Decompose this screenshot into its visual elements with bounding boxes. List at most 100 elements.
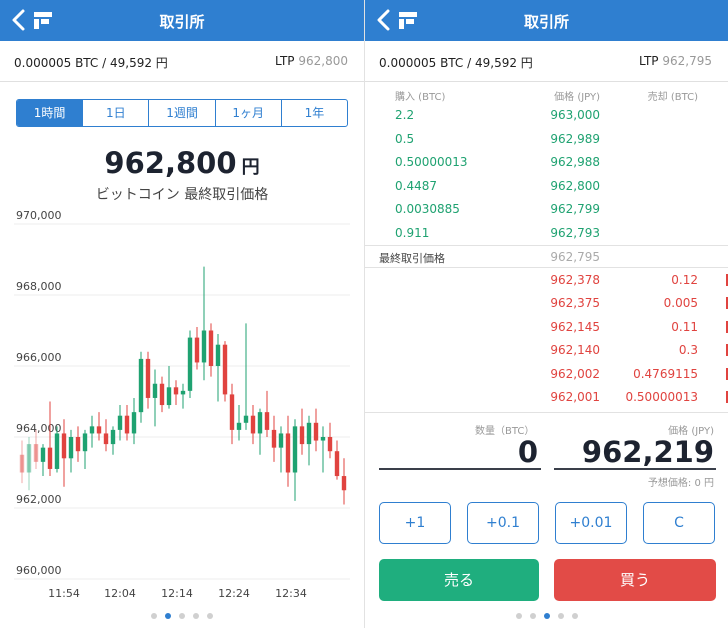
bid-row[interactable]: 0.5 962,989: [365, 128, 728, 151]
ask-price: 962,001: [550, 390, 600, 404]
page-indicator: [0, 613, 364, 619]
tab-1-month[interactable]: 1ヶ月: [214, 100, 281, 126]
tab-1-week[interactable]: 1週間: [148, 100, 214, 126]
candle-body: [152, 383, 158, 398]
ask-size: 0.12: [671, 272, 698, 287]
page-dot[interactable]: [207, 613, 213, 619]
last-price-subtitle: ビットコイン 最終取引価格: [95, 187, 269, 203]
y-tick-label: 966,000: [16, 351, 62, 364]
y-tick-label: 964,000: [16, 422, 62, 435]
candle-body: [124, 415, 130, 434]
bid-row[interactable]: 0.0030885 962,799: [365, 198, 728, 221]
page-dot[interactable]: [179, 613, 185, 619]
buy-column-header: 購入 (BTC): [395, 92, 446, 103]
price-input[interactable]: 962,219: [582, 435, 714, 469]
candle-body: [131, 412, 137, 434]
candle-body: [138, 358, 144, 413]
candle-body: [61, 433, 67, 459]
candle-body: [208, 330, 214, 366]
ltp-display: LTP 962,795: [639, 54, 712, 68]
page-dot[interactable]: [530, 613, 536, 619]
buy-button[interactable]: 買う: [554, 559, 716, 601]
bid-size: 0.0030885: [395, 202, 460, 216]
last-trade-row: 最終取引価格 962,795: [365, 245, 728, 268]
bid-row[interactable]: 0.50000013 962,988: [365, 151, 728, 174]
candle-body: [166, 387, 172, 406]
candle-body: [334, 451, 340, 477]
bid-price: 962,988: [550, 155, 600, 169]
quantity-input[interactable]: 0: [518, 435, 538, 469]
ask-price: 962,145: [550, 319, 600, 334]
page-dot[interactable]: [151, 613, 157, 619]
ask-row[interactable]: 962,375 0.005: [365, 292, 728, 315]
order-book-header: 購入 (BTC) 価格 (JPY) 売却 (BTC): [365, 86, 728, 104]
ask-price: 962,375: [550, 296, 600, 310]
ask-size: 0.005: [663, 296, 698, 310]
bid-row[interactable]: 2.2 963,000: [365, 104, 728, 127]
order-screen: 取引所 0.000005 BTC / 49,592 円 LTP 962,795 …: [364, 0, 728, 628]
bid-price: 962,799: [550, 202, 600, 216]
tab-1-year[interactable]: 1年: [280, 100, 347, 126]
page-dot[interactable]: [572, 613, 578, 619]
ask-row[interactable]: 962,378 0.12: [365, 269, 728, 292]
candle-body: [236, 422, 242, 430]
ask-price: 962,378: [550, 272, 600, 287]
candle-body: [33, 444, 39, 462]
bid-price: 962,989: [550, 131, 600, 146]
candle-body: [320, 437, 326, 441]
divider: [365, 411, 728, 413]
page-dot[interactable]: [165, 613, 171, 619]
ask-row[interactable]: 962,002 0.4769115: [365, 363, 728, 386]
nav-bar: 取引所: [0, 0, 364, 41]
ask-row[interactable]: 962,140 0.3: [365, 339, 728, 362]
sell-button[interactable]: 売る: [379, 559, 539, 601]
candle-body: [222, 344, 228, 395]
balance-bar: 0.000005 BTC / 49,592 円 LTP 962,800: [0, 41, 364, 82]
page-dot[interactable]: [544, 613, 550, 619]
last-price-value: 962,800: [104, 146, 237, 180]
page-dot[interactable]: [516, 613, 522, 619]
balance-bar: 0.000005 BTC / 49,592 円 LTP 962,795: [365, 41, 728, 82]
period-tabs: 1時間 1日 1週間 1ヶ月 1年: [16, 99, 348, 127]
candle-body: [68, 437, 74, 459]
candle-body: [250, 415, 256, 434]
candle-body: [145, 358, 151, 398]
ask-row[interactable]: 962,145 0.11: [365, 316, 728, 339]
quantity-underline: [379, 468, 541, 470]
ltp-value: 962,795: [662, 54, 712, 68]
candle-body: [180, 390, 186, 395]
page-dot[interactable]: [558, 613, 564, 619]
tab-1-day[interactable]: 1日: [82, 100, 148, 126]
bid-price: 962,793: [550, 225, 600, 240]
nav-bar: 取引所: [365, 0, 728, 41]
y-tick-label: 968,000: [16, 280, 62, 293]
candle-body: [187, 337, 193, 391]
candle-body: [278, 433, 284, 448]
page-dot[interactable]: [193, 613, 199, 619]
price-chart: 970,000 968,000 966,000 964,000 962,000 960,0…: [14, 209, 350, 600]
y-tick-label: 970,000: [16, 209, 62, 222]
increment-1-button[interactable]: +1: [379, 502, 451, 544]
ask-row[interactable]: 962,001 0.50000013: [365, 386, 728, 409]
candle-body: [19, 454, 25, 473]
x-tick-label: 12:14: [161, 587, 193, 600]
increment-0-01-button[interactable]: +0.01: [555, 502, 627, 544]
page-title: 取引所: [159, 13, 205, 31]
increment-0-1-button[interactable]: +0.1: [467, 502, 539, 544]
ltp-label: LTP: [638, 54, 659, 68]
candle-body: [110, 429, 116, 445]
bid-row[interactable]: 0.4487 962,800: [365, 175, 728, 198]
bid-size: 0.50000013: [395, 155, 468, 169]
x-tick-label: 12:24: [218, 587, 250, 600]
candle-body: [243, 415, 249, 423]
bid-row[interactable]: 0.911 962,793: [365, 222, 728, 245]
candle-body: [96, 426, 102, 434]
ask-price: 962,002: [550, 366, 600, 381]
bid-price: 963,000: [550, 108, 600, 122]
tab-1-hour[interactable]: 1時間: [17, 100, 83, 126]
page-indicator: [365, 613, 728, 619]
clear-button[interactable]: C: [643, 502, 715, 544]
chart-screen: 取引所 0.000005 BTC / 49,592 円 LTP 962,800 …: [0, 0, 364, 628]
candle-body: [306, 422, 312, 445]
ask-size: 0.3: [678, 343, 698, 357]
